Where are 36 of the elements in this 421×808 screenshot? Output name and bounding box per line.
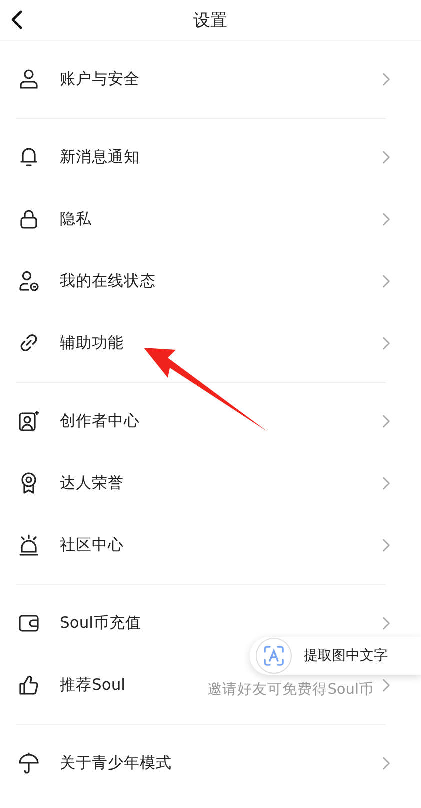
chevron-icon	[382, 756, 391, 770]
chevron-icon	[382, 476, 391, 490]
thumbs-up-icon	[18, 674, 40, 696]
settings-item[interactable]: 隐私	[60, 210, 92, 228]
settings-item[interactable]: 推荐Soul	[60, 676, 126, 694]
chevron-icon	[382, 212, 391, 226]
settings-item[interactable]: 关于青少年模式	[60, 754, 172, 772]
link-icon	[18, 332, 40, 354]
settings-item[interactable]: 辅助功能	[60, 334, 124, 352]
chevron-icon	[382, 336, 391, 350]
settings-item[interactable]: Soul币充值	[60, 614, 142, 632]
text-scan-icon	[263, 645, 285, 667]
chevron-icon	[382, 414, 391, 428]
chevron-icon	[382, 538, 391, 552]
lock-icon	[18, 208, 40, 230]
settings-item[interactable]: 新消息通知	[60, 148, 140, 166]
chevron-icon	[382, 678, 391, 692]
chevron-icon	[382, 274, 391, 288]
bell-icon	[18, 146, 40, 168]
settings-item[interactable]: 社区中心	[60, 536, 124, 554]
hint-text: 邀请好友可免费得Soul币	[208, 680, 374, 698]
settings-item[interactable]: 达人荣誉	[60, 474, 124, 492]
page-title: 设置	[194, 10, 228, 32]
chevron-icon	[382, 72, 391, 86]
wallet-icon	[18, 612, 40, 634]
text-extract-toast[interactable]: 提取图中文字	[250, 637, 421, 675]
settings-item[interactable]: 账户与安全	[60, 70, 140, 88]
siren-icon	[18, 534, 40, 556]
settings-item[interactable]: 创作者中心	[60, 412, 140, 430]
chevron-icon	[382, 616, 391, 630]
chevron-icon	[382, 150, 391, 164]
umbrella-icon	[18, 752, 40, 774]
person-status-icon	[18, 270, 40, 292]
portrait-icon	[18, 410, 40, 432]
settings-item[interactable]: 我的在线状态	[60, 272, 156, 290]
person-icon	[18, 68, 40, 90]
